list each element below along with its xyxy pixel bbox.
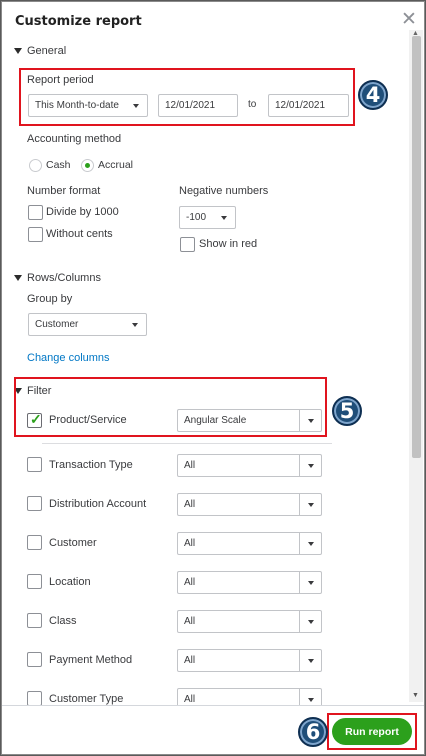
negative-numbers-label: Negative numbers [179, 185, 269, 197]
section-rows-columns[interactable]: Rows/Columns [14, 272, 101, 284]
highlight-filter [14, 377, 327, 437]
caret-down-icon [14, 48, 22, 54]
chevron-down-icon [299, 494, 321, 515]
filter-label-distribution-account: Distribution Account [49, 498, 147, 510]
highlight-report-period [19, 68, 355, 126]
highlight-run-report [327, 713, 417, 750]
chevron-down-icon [124, 314, 146, 335]
chevron-down-icon [299, 455, 321, 476]
filter-value-payment-method: All [184, 655, 196, 666]
filter-select-transaction-type[interactable]: All [177, 454, 322, 477]
filter-checkbox-customer[interactable] [27, 535, 42, 550]
filter-checkbox-transaction-type[interactable] [27, 457, 42, 472]
filter-divider [42, 443, 332, 444]
divide-by-1000-label: Divide by 1000 [46, 206, 119, 218]
filter-value-customer: All [184, 538, 196, 549]
filter-checkbox-location[interactable] [27, 574, 42, 589]
filter-select-distribution-account[interactable]: All [177, 493, 322, 516]
step-badge-4: 4 [358, 80, 388, 110]
filter-label-customer: Customer [49, 537, 97, 549]
divide-by-1000-checkbox[interactable] [28, 205, 43, 220]
filter-label-location: Location [49, 576, 91, 588]
filter-label-class: Class [49, 615, 77, 627]
filter-value-location: All [184, 577, 196, 588]
chevron-down-icon [299, 611, 321, 632]
filter-select-payment-method[interactable]: All [177, 649, 322, 672]
chevron-down-icon [299, 533, 321, 554]
chevron-down-icon [299, 572, 321, 593]
filter-select-location[interactable]: All [177, 571, 322, 594]
filter-select-class[interactable]: All [177, 610, 322, 633]
cash-radio[interactable] [29, 159, 42, 172]
without-cents-label: Without cents [46, 228, 113, 240]
step-badge-6: 6 [298, 717, 328, 747]
filter-select-customer[interactable]: All [177, 532, 322, 555]
filter-value-transaction-type: All [184, 460, 196, 471]
accrual-radio[interactable] [81, 159, 94, 172]
accrual-label: Accrual [98, 159, 134, 171]
cash-label: Cash [46, 159, 71, 171]
scroll-up-arrow-icon[interactable]: ▲ [412, 30, 419, 37]
filter-label-payment-method: Payment Method [49, 654, 133, 666]
scroll-down-arrow-icon[interactable]: ▼ [412, 692, 419, 699]
negative-numbers-select[interactable]: -100 [179, 206, 236, 229]
section-general[interactable]: General [14, 45, 66, 57]
group-by-label: Group by [27, 293, 73, 305]
number-format-label: Number format [27, 185, 101, 197]
dialog-title: Customize report [15, 14, 142, 29]
filter-checkbox-class[interactable] [27, 613, 42, 628]
filter-label-customer-type: Customer Type [49, 693, 124, 705]
show-in-red-checkbox[interactable] [180, 237, 195, 252]
caret-down-icon [14, 275, 22, 281]
filter-value-distribution-account: All [184, 499, 196, 510]
customize-report-dialog: Customize report ✕ ▲ ▼ General Report pe… [1, 1, 425, 755]
scrollbar-thumb[interactable] [412, 36, 421, 458]
filter-label-transaction-type: Transaction Type [49, 459, 133, 471]
filter-checkbox-distribution-account[interactable] [27, 496, 42, 511]
without-cents-checkbox[interactable] [28, 227, 43, 242]
section-rows-columns-label: Rows/Columns [27, 272, 101, 284]
chevron-down-icon [299, 650, 321, 671]
group-by-select[interactable]: Customer [28, 313, 147, 336]
filter-value-customer-type: All [184, 694, 196, 705]
chevron-down-icon [213, 207, 235, 228]
group-by-value: Customer [35, 319, 79, 330]
step-badge-5: 5 [332, 396, 362, 426]
change-columns-link[interactable]: Change columns [27, 352, 110, 364]
filter-checkbox-customer-type[interactable] [27, 691, 42, 706]
section-general-label: General [27, 45, 67, 57]
filter-value-class: All [184, 616, 196, 627]
filter-checkbox-payment-method[interactable] [27, 652, 42, 667]
accounting-method-label: Accounting method [27, 133, 122, 145]
negative-numbers-value: -100 [186, 212, 207, 223]
close-icon[interactable]: ✕ [401, 10, 417, 29]
show-in-red-label: Show in red [199, 238, 258, 250]
